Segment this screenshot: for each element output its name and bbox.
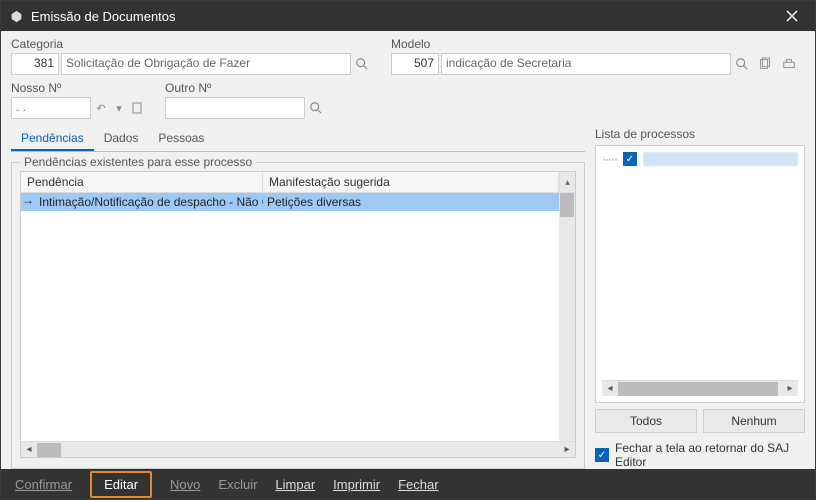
scroll-thumb[interactable] [618, 382, 778, 396]
fieldset-legend: Pendências existentes para esse processo [20, 155, 256, 169]
scroll-track[interactable] [37, 442, 559, 457]
search-icon[interactable] [733, 55, 751, 73]
pendencias-grid: Pendência Manifestação sugerida ▴ → Inti… [20, 171, 576, 458]
search-icon[interactable] [307, 99, 325, 117]
checkbox-icon[interactable]: ✓ [623, 152, 637, 166]
tree-item[interactable]: ····· ✓ [602, 152, 798, 166]
checkbox-icon[interactable]: ✓ [595, 448, 609, 462]
content: Categoria 381 Solicitação de Obrigação d… [1, 31, 815, 469]
confirmar-button[interactable]: Confirmar [15, 477, 72, 492]
nosso-input[interactable]: . . [11, 97, 91, 119]
tabs: Pendências Dados Pessoas [11, 127, 585, 152]
dropdown-icon[interactable]: ▾ [111, 100, 127, 116]
fechar-button[interactable]: Fechar [398, 477, 438, 492]
body-split: Pendências Dados Pessoas Pendências exis… [11, 127, 805, 469]
nenhum-button[interactable]: Nenhum [703, 409, 805, 433]
doc-icon[interactable] [129, 100, 145, 116]
novo-button[interactable]: Novo [170, 477, 200, 492]
editar-button[interactable]: Editar [90, 471, 152, 498]
close-on-return-label: Fechar a tela ao retornar do SAJ Editor [615, 441, 805, 469]
row-nosso-outro: Nosso Nº . . ↶ ▾ Outro Nº [11, 81, 805, 119]
categoria-label: Categoria [11, 37, 371, 51]
nosso-field: Nosso Nº . . ↶ ▾ [11, 81, 145, 119]
outro-input[interactable] [165, 97, 305, 119]
titlebar: Emissão de Documentos [1, 1, 815, 31]
tree-horizontal-scrollbar[interactable]: ◂ ▸ [602, 380, 798, 396]
tree-connector-icon: ····· [602, 152, 617, 166]
col-pendencia[interactable]: Pendência [21, 172, 263, 192]
process-tree: ····· ✓ ◂ ▸ [595, 145, 805, 403]
modelo-label: Modelo [391, 37, 799, 51]
cell-manifestacao: Petições diversas [263, 193, 575, 211]
pendencias-fieldset: Pendências existentes para esse processo… [11, 162, 585, 469]
tab-pessoas[interactable]: Pessoas [148, 127, 214, 151]
nosso-input-group: . . ↶ ▾ [11, 97, 145, 119]
lista-label: Lista de processos [595, 127, 805, 141]
modelo-code[interactable]: 507 [391, 53, 439, 75]
excluir-button[interactable]: Excluir [218, 477, 257, 492]
tab-dados[interactable]: Dados [94, 127, 149, 151]
scroll-up-icon[interactable]: ▴ [559, 172, 575, 192]
nosso-label: Nosso Nº [11, 81, 145, 95]
scroll-right-icon[interactable]: ▸ [782, 381, 798, 397]
scroll-thumb[interactable] [560, 193, 574, 217]
categoria-field: Categoria 381 Solicitação de Obrigação d… [11, 37, 371, 75]
grid-header: Pendência Manifestação sugerida ▴ [21, 172, 575, 193]
window: Emissão de Documentos Categoria 381 Soli… [0, 0, 816, 500]
tree-item-text [643, 152, 798, 166]
scroll-left-icon[interactable]: ◂ [21, 442, 37, 458]
tab-pendencias[interactable]: Pendências [11, 127, 94, 151]
close-button[interactable] [777, 1, 807, 31]
copy-icon[interactable] [755, 54, 775, 74]
imprimir-button[interactable]: Imprimir [333, 477, 380, 492]
outro-input-group [165, 97, 325, 119]
scroll-left-icon[interactable]: ◂ [602, 381, 618, 397]
search-icon[interactable] [353, 55, 371, 73]
row-indicator-icon: → [21, 193, 35, 211]
table-row[interactable]: → Intimação/Notificação de despacho - Nã… [21, 193, 575, 211]
window-title: Emissão de Documentos [31, 9, 777, 24]
row-categoria-modelo: Categoria 381 Solicitação de Obrigação d… [11, 37, 805, 75]
left-pane: Pendências Dados Pessoas Pendências exis… [11, 127, 585, 469]
scroll-thumb[interactable] [37, 443, 61, 457]
undo-icon[interactable]: ↶ [93, 100, 109, 116]
horizontal-scrollbar[interactable]: ◂ ▸ [21, 441, 575, 457]
right-pane: Lista de processos ····· ✓ ◂ ▸ Tod [595, 127, 805, 469]
categoria-text[interactable]: Solicitação de Obrigação de Fazer [61, 53, 351, 75]
grid-body: → Intimação/Notificação de despacho - Nã… [21, 193, 575, 441]
selection-buttons: Todos Nenhum [595, 409, 805, 433]
limpar-button[interactable]: Limpar [275, 477, 315, 492]
outro-field: Outro Nº [165, 81, 325, 119]
outro-label: Outro Nº [165, 81, 325, 95]
modelo-input-group: 507 indicação de Secretaria [391, 53, 799, 75]
categoria-code[interactable]: 381 [11, 53, 59, 75]
close-on-return-row[interactable]: ✓ Fechar a tela ao retornar do SAJ Edito… [595, 441, 805, 469]
categoria-input-group: 381 Solicitação de Obrigação de Fazer [11, 53, 371, 75]
modelo-text[interactable]: indicação de Secretaria [441, 53, 731, 75]
vertical-scrollbar[interactable] [559, 193, 575, 441]
modelo-field: Modelo 507 indicação de Secretaria [391, 37, 799, 75]
todos-button[interactable]: Todos [595, 409, 697, 433]
cell-pendencia: Intimação/Notificação de despacho - Não … [35, 193, 263, 211]
app-icon [9, 9, 23, 23]
scroll-right-icon[interactable]: ▸ [559, 442, 575, 458]
scroll-track[interactable] [618, 381, 782, 396]
col-manifestacao[interactable]: Manifestação sugerida [263, 172, 559, 192]
footer-toolbar: Confirmar Editar Novo Excluir Limpar Imp… [1, 469, 815, 499]
config-icon[interactable] [779, 54, 799, 74]
